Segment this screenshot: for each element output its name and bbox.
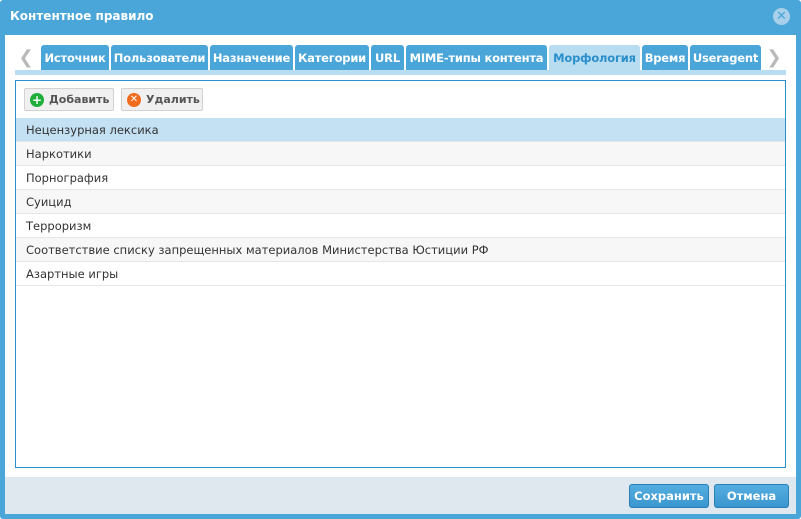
- dialog-title: Контентное правило: [10, 9, 154, 23]
- category-list: Нецензурная лексика Наркотики Порнографи…: [16, 118, 785, 286]
- close-icon[interactable]: ✕: [773, 8, 790, 25]
- save-button[interactable]: Сохранить: [629, 484, 709, 508]
- delete-label: Удалить: [146, 93, 200, 106]
- list-item[interactable]: Наркотики: [16, 142, 785, 166]
- tab-url[interactable]: URL: [371, 45, 404, 70]
- cancel-button[interactable]: Отмена: [714, 484, 789, 508]
- tab-destination[interactable]: Назначение: [210, 45, 293, 70]
- plus-circle-icon: +: [30, 93, 44, 107]
- tab-time[interactable]: Время: [642, 45, 688, 70]
- content-rule-dialog: Контентное правило ✕ ❮ Источник Пользова…: [0, 0, 801, 519]
- add-button[interactable]: + Добавить: [24, 88, 114, 111]
- add-label: Добавить: [49, 93, 110, 106]
- list-item[interactable]: Терроризм: [16, 214, 785, 238]
- tab-source[interactable]: Источник: [41, 45, 109, 70]
- tab-useragent[interactable]: Useragent: [690, 45, 761, 70]
- list-item[interactable]: Порнография: [16, 166, 785, 190]
- tab-strip: [15, 70, 786, 75]
- delete-button[interactable]: ✕ Удалить: [121, 88, 203, 111]
- x-circle-icon: ✕: [127, 93, 141, 107]
- list-item[interactable]: Нецензурная лексика: [16, 118, 785, 142]
- morphology-panel: + Добавить ✕ Удалить Нецензурная лексика…: [15, 80, 786, 468]
- tab-scroll-left-icon[interactable]: ❮: [15, 46, 37, 70]
- list-item[interactable]: Азартные игры: [16, 262, 785, 286]
- tab-users[interactable]: Пользователи: [111, 45, 208, 70]
- tab-morphology[interactable]: Морфология: [549, 45, 640, 70]
- tab-scroll-right-icon[interactable]: ❯: [763, 46, 785, 70]
- tab-categories[interactable]: Категории: [295, 45, 369, 70]
- list-item[interactable]: Суицид: [16, 190, 785, 214]
- list-item[interactable]: Соответствие списку запрещенных материал…: [16, 238, 785, 262]
- tab-mime-types[interactable]: MIME-типы контента: [406, 45, 547, 70]
